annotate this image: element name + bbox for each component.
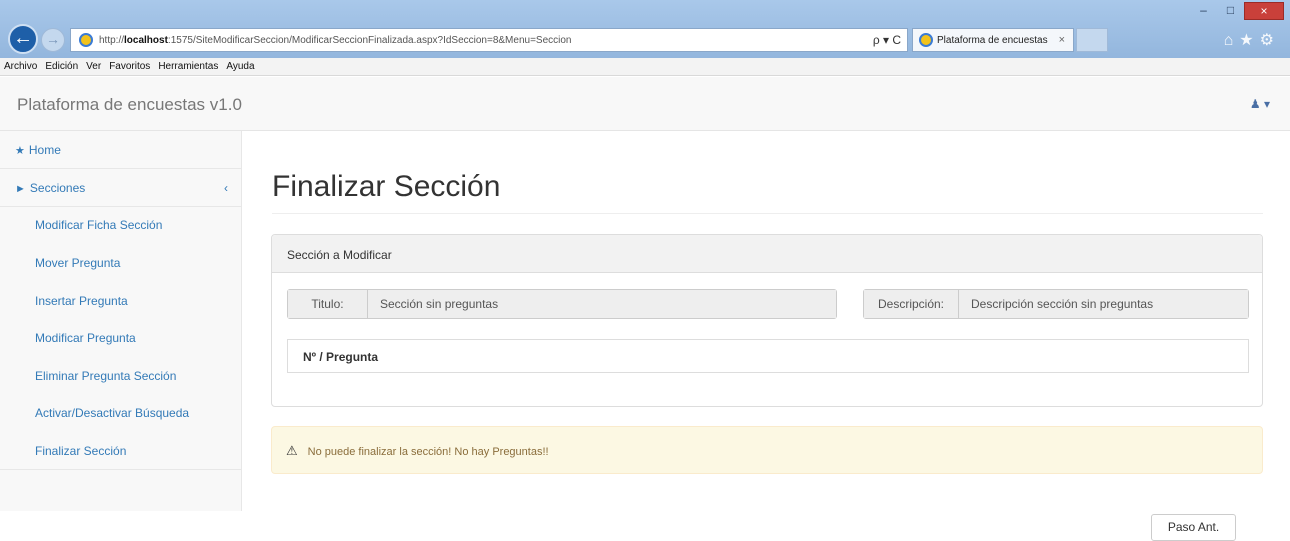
sidebar: ★ Home ► Secciones ‹ Modificar Ficha Secci… (0, 131, 242, 511)
menu-edicion[interactable]: Edición (45, 61, 78, 72)
user-icon: ♟ (1249, 97, 1261, 111)
sidebar-item-activar-busqueda[interactable]: Activar/Desactivar Búsqueda (0, 394, 242, 432)
sidebar-item-home[interactable]: ★ Home (0, 131, 242, 169)
titulo-field[interactable]: Sección sin preguntas (368, 290, 836, 318)
home-icon: ★ (15, 145, 25, 157)
address-bar[interactable]: http://localhost:1575/SiteModificarSecci… (70, 28, 908, 52)
sidebar-item-modificar-ficha[interactable]: Modificar Ficha Sección (0, 206, 242, 244)
menu-ayuda[interactable]: Ayuda (226, 61, 254, 72)
forward-button[interactable]: → (41, 28, 65, 52)
search-refresh-icons[interactable]: ρ ▾ C (873, 33, 901, 47)
sidebar-item-label: Home (28, 143, 61, 157)
new-tab-button[interactable] (1076, 28, 1108, 52)
window-controls: – □ × (1190, 2, 1284, 20)
tags-icon: ► (15, 183, 26, 195)
tab-close-icon[interactable]: × (1059, 34, 1065, 46)
url-path: :1575/SiteModificarSeccion/ModificarSecc… (167, 34, 572, 46)
descripcion-field[interactable]: Descripción sección sin preguntas (959, 290, 1248, 318)
sidebar-item-label: Secciones (29, 181, 86, 195)
table-header-pregunta: Nº / Pregunta (303, 350, 379, 364)
sidebar-item-mover-pregunta[interactable]: Mover Pregunta (0, 244, 242, 282)
sidebar-item-secciones[interactable]: ► Secciones ‹ (0, 169, 242, 207)
page-title: Finalizar Sección (272, 170, 501, 203)
panel-heading: Sección a Modificar (272, 235, 1262, 273)
sidebar-item-modificar-pregunta[interactable]: Modificar Pregunta (0, 319, 242, 357)
previous-step-button[interactable]: Paso Ant. (1151, 514, 1236, 541)
sidebar-item-finalizar-seccion[interactable]: Finalizar Sección (0, 432, 242, 470)
sidebar-item-insertar-pregunta[interactable]: Insertar Pregunta (0, 282, 242, 320)
chevron-left-icon: ‹ (224, 181, 228, 195)
section-panel: Sección a Modificar Titulo: Sección sin … (271, 234, 1263, 407)
browser-tab[interactable]: Plataforma de encuestas × (912, 28, 1074, 52)
app-navbar: Plataforma de encuestas v1.0 ♟ ▾ (0, 77, 1290, 131)
maximize-button[interactable]: □ (1217, 2, 1244, 20)
menu-ver[interactable]: Ver (86, 61, 101, 72)
url-host: localhost (124, 34, 168, 46)
menu-archivo[interactable]: Archivo (4, 61, 37, 72)
menu-favoritos[interactable]: Favoritos (109, 61, 150, 72)
tab-title: Plataforma de encuestas (937, 34, 1048, 46)
warning-icon: ⚠ (286, 443, 298, 458)
url-prefix: http:// (99, 34, 125, 46)
alert-text: No puede finalizar la sección! No hay Pr… (307, 446, 549, 458)
ie-favicon-icon (79, 33, 93, 47)
descripcion-label: Descripción: (864, 290, 959, 318)
minimize-button[interactable]: – (1190, 2, 1217, 20)
warning-alert: ⚠ No puede finalizar la sección! No hay P… (271, 426, 1263, 474)
home-favorites-settings-icons[interactable]: ⌂★⚙ (1224, 30, 1280, 50)
browser-titlebar: – □ × ← → http://localhost:1575/SiteModi… (0, 0, 1290, 58)
brand-title[interactable]: Plataforma de encuestas v1.0 (17, 95, 242, 115)
titulo-input-group: Titulo: Sección sin preguntas (287, 289, 837, 319)
sidebar-item-eliminar-pregunta[interactable]: Eliminar Pregunta Sección (0, 357, 242, 395)
tab-favicon-icon (919, 33, 933, 47)
menu-herramientas[interactable]: Herramientas (158, 61, 218, 72)
browser-menubar: Archivo Edición Ver Favoritos Herramient… (0, 58, 1290, 76)
preguntas-table: Nº / Pregunta (287, 339, 1249, 373)
close-window-button[interactable]: × (1244, 2, 1284, 20)
caret-down-icon: ▾ (1263, 97, 1270, 111)
title-divider (272, 213, 1263, 214)
user-menu-dropdown[interactable]: ♟ ▾ (1250, 97, 1270, 111)
descripcion-input-group: Descripción: Descripción sección sin pre… (863, 289, 1249, 319)
back-button[interactable]: ← (8, 24, 38, 54)
titulo-label: Titulo: (288, 290, 368, 318)
